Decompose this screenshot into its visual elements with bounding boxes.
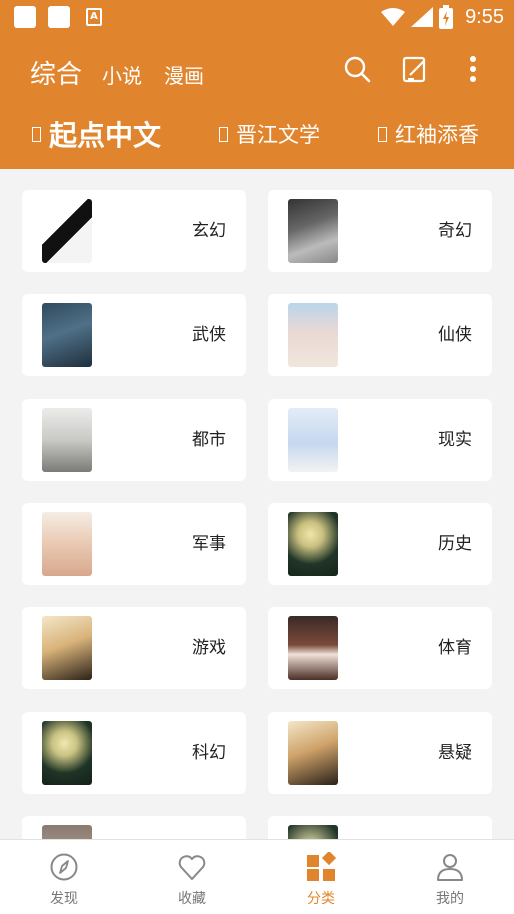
category-label: 玄幻 [192,221,226,241]
content-type-tabs: 综合 小说 漫画 [30,54,226,94]
category-card-lishi[interactable]: 历史 [268,503,492,585]
source-label: 起点中文 [49,119,162,152]
edit-button[interactable] [400,54,430,84]
category-card-qihuan[interactable]: 奇幻 [268,190,492,272]
category-label: 奇幻 [438,221,472,241]
category-label: 游戏 [192,638,226,658]
search-button[interactable] [342,54,372,84]
category-card-xuanyi[interactable]: 悬疑 [268,712,492,794]
tab-novel[interactable]: 小说 [102,60,142,89]
wifi-icon [381,8,406,26]
notification-icon [48,6,70,28]
nav-label: 收藏 [178,891,206,907]
category-label: 武侠 [192,325,226,345]
status-bar: A 9:55 [0,0,514,34]
category-card-kehuan[interactable]: 科幻 [22,712,246,794]
category-card-tiyu[interactable]: 体育 [268,607,492,689]
category-label: 都市 [192,430,226,450]
more-icon [470,56,476,82]
category-cover [288,512,338,576]
clock: 9:55 [465,5,504,28]
bottom-navigation: 发现 收藏 分类 我的 [0,839,514,914]
nav-profile[interactable]: 我的 [386,840,514,914]
edit-icon [402,56,426,83]
tab-all[interactable]: 综合 [30,54,82,91]
category-cover [42,303,92,367]
battery-icon [439,5,454,29]
category-label: 现实 [438,430,472,450]
category-card-youxi[interactable]: 游戏 [22,607,246,689]
category-cover [288,408,338,472]
app-notification-icon: A [86,8,102,26]
source-label: 红袖添香 [395,123,480,147]
category-card-xianxia[interactable]: 仙侠 [268,294,492,376]
category-cover [42,199,92,263]
category-label: 科幻 [192,743,226,763]
category-card-junshi[interactable]: 军事 [22,503,246,585]
more-button[interactable] [458,54,488,84]
signal-icon [411,7,434,27]
source-tab-hongxiu[interactable]: 红袖添香 [378,119,479,149]
user-icon [437,854,463,881]
nav-discover[interactable]: 发现 [0,840,128,914]
category-cover [288,199,338,263]
category-cover [288,303,338,367]
source-label: 晋江文学 [236,123,321,147]
nav-favorites[interactable]: 收藏 [128,840,256,914]
category-cover [42,616,92,680]
category-card-wuxia[interactable]: 武侠 [22,294,246,376]
category-cover [288,616,338,680]
source-marker-icon [378,126,388,142]
search-icon [344,56,371,83]
source-tab-qidian[interactable]: 起点中文 [32,114,161,154]
category-label: 军事 [192,534,226,554]
source-tabs: 起点中文 晋江文学 红袖添香 [32,112,514,156]
category-cover [42,512,92,576]
heart-icon [178,855,206,880]
category-label: 悬疑 [438,743,472,763]
category-card-xianshi[interactable]: 现实 [268,399,492,481]
nav-label: 发现 [50,891,78,907]
category-cover [42,408,92,472]
category-label: 体育 [438,638,472,658]
source-tab-jjwxc[interactable]: 晋江文学 [219,119,320,149]
nav-label: 分类 [307,891,335,907]
category-cover [288,721,338,785]
source-marker-icon [219,126,229,142]
compass-icon [50,853,78,881]
category-cover [42,721,92,785]
category-card-xuanhuan[interactable]: 玄幻 [22,190,246,272]
notification-icon [14,6,36,28]
category-card-dushi[interactable]: 都市 [22,399,246,481]
source-marker-icon [32,126,41,142]
nav-category[interactable]: 分类 [257,840,385,914]
category-icon [307,852,336,881]
nav-label: 我的 [436,891,464,907]
category-label: 历史 [438,534,472,554]
app-header: 综合 小说 漫画 起点中文 晋江文学 红袖添香 [0,34,514,169]
tab-comic[interactable]: 漫画 [164,60,204,89]
category-label: 仙侠 [438,325,472,345]
